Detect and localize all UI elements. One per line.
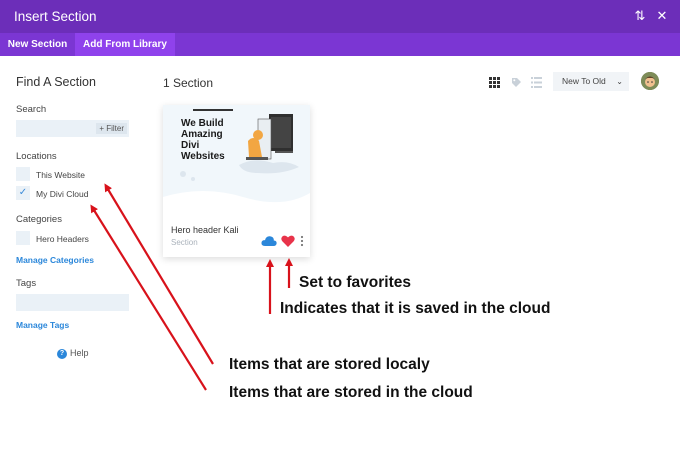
location-label-my-divi-cloud: My Divi Cloud bbox=[36, 189, 89, 199]
question-icon: ? bbox=[57, 348, 67, 359]
card-name: Hero header Kali bbox=[171, 225, 239, 235]
list-view-icon[interactable] bbox=[531, 77, 542, 88]
sidebar-title: Find A Section bbox=[16, 75, 96, 89]
thumbnail-heading-line: Amazing bbox=[181, 129, 223, 140]
cloud-icon[interactable] bbox=[261, 235, 277, 247]
checkbox-my-divi-cloud[interactable]: ✓ bbox=[16, 186, 30, 200]
thumbnail-heading-line: We Build bbox=[181, 118, 224, 129]
tab-bar: New Section Add From Library bbox=[0, 33, 680, 56]
thumbnail-heading-line: Websites bbox=[181, 151, 225, 162]
search-input[interactable]: + Filter bbox=[16, 120, 129, 137]
help-label: Help bbox=[70, 348, 89, 358]
location-label-this-website: This Website bbox=[36, 170, 85, 180]
close-icon[interactable]: ✕ bbox=[654, 8, 670, 24]
card-type: Section bbox=[171, 238, 198, 247]
tab-new-section[interactable]: New Section bbox=[0, 33, 75, 56]
search-label: Search bbox=[16, 104, 47, 115]
checkmark-icon: ✓ bbox=[18, 187, 28, 198]
checkbox-this-website[interactable] bbox=[16, 167, 30, 181]
tags-label: Tags bbox=[16, 278, 37, 289]
sort-toggle-icon[interactable]: ⇅ bbox=[632, 8, 648, 24]
annotation-favorites: Set to favorites bbox=[299, 274, 411, 291]
avatar[interactable] bbox=[641, 72, 659, 90]
checkbox-hero-headers[interactable] bbox=[16, 231, 30, 245]
category-label-hero-headers: Hero Headers bbox=[36, 234, 89, 244]
more-options-icon[interactable] bbox=[299, 235, 305, 247]
locations-label: Locations bbox=[16, 151, 57, 162]
modal-header: Insert Section ⇅ ✕ bbox=[0, 0, 680, 33]
manage-tags-link[interactable]: Manage Tags bbox=[16, 320, 69, 330]
layout-thumbnail: We Build Amazing Divi Websites bbox=[163, 105, 310, 216]
annotation-stored-cloud: Items that are stored in the cloud bbox=[229, 384, 473, 401]
avatar-image bbox=[641, 72, 659, 90]
help-button[interactable]: ? Help bbox=[57, 348, 89, 359]
annotation-cloud-saved: Indicates that it is saved in the cloud bbox=[280, 300, 551, 317]
sort-select-value: New To Old bbox=[562, 76, 606, 86]
tags-input[interactable] bbox=[16, 294, 129, 311]
tag-icon[interactable] bbox=[511, 77, 522, 88]
grid-view-icon[interactable] bbox=[489, 77, 500, 88]
sort-select[interactable]: New To Old ⌄ bbox=[553, 72, 629, 91]
filter-button[interactable]: + Filter bbox=[96, 123, 127, 134]
modal-title: Insert Section bbox=[14, 9, 97, 24]
tab-add-from-library[interactable]: Add From Library bbox=[75, 33, 175, 56]
annotation-stored-locally: Items that are stored localy bbox=[229, 356, 430, 373]
chevron-down-icon: ⌄ bbox=[616, 77, 623, 86]
categories-label: Categories bbox=[16, 214, 62, 225]
thumbnail-heading-line: Divi bbox=[181, 140, 200, 151]
heart-icon[interactable] bbox=[281, 235, 295, 247]
manage-categories-link[interactable]: Manage Categories bbox=[16, 255, 94, 265]
section-count: 1 Section bbox=[163, 76, 214, 90]
